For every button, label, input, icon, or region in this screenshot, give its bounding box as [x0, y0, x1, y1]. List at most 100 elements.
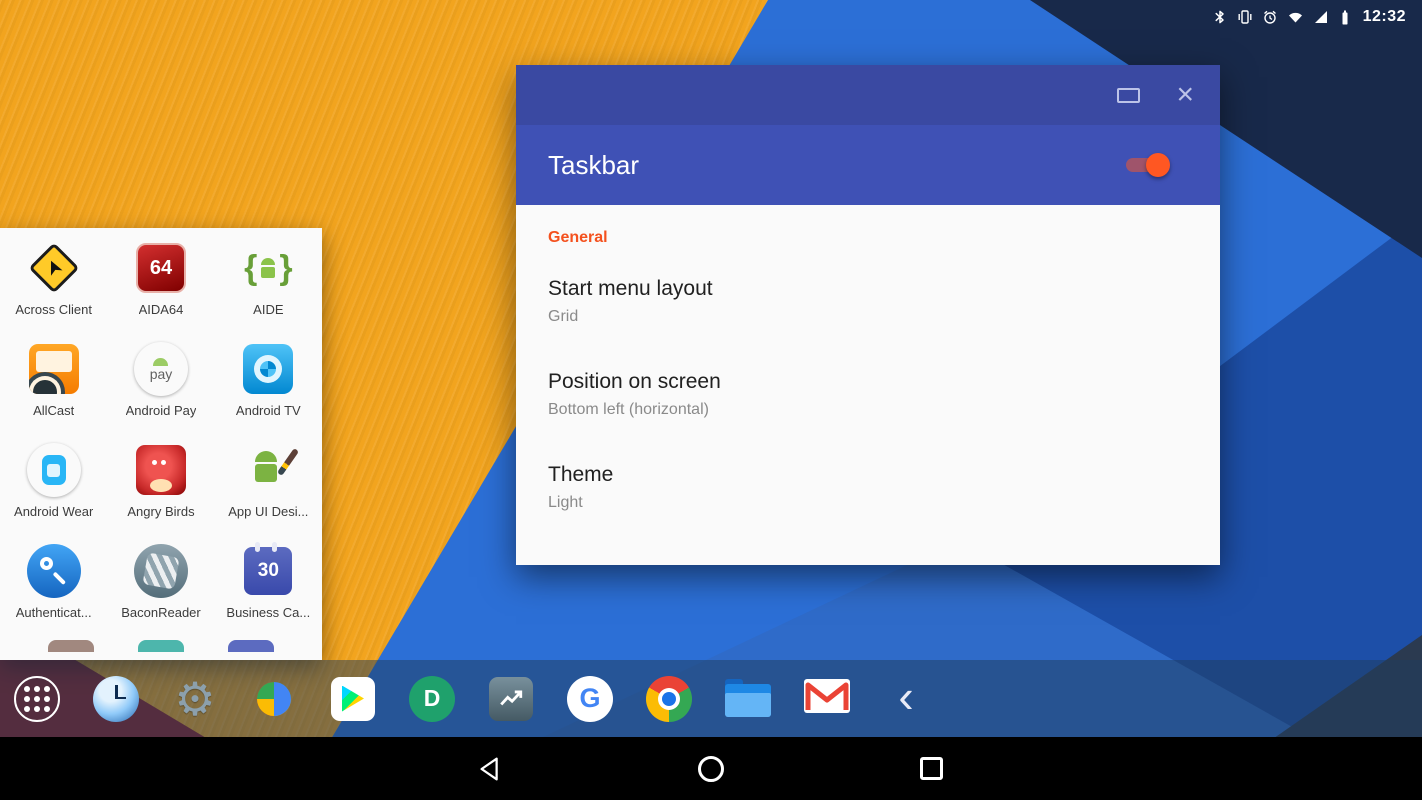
app-grid: ➤ Across Client 64 AIDA64 {} AIDE AllCas… [0, 228, 322, 640]
d-letter: D [424, 685, 441, 712]
pref-title: Theme [548, 463, 1188, 487]
home-button[interactable] [694, 752, 728, 786]
taskbar-collapse-button[interactable]: ‹ [882, 675, 930, 723]
apps-grid-icon [14, 676, 60, 722]
start-menu-panel: ➤ Across Client 64 AIDA64 {} AIDE AllCas… [0, 228, 322, 660]
back-button[interactable] [474, 752, 508, 786]
start-menu-button[interactable] [13, 675, 61, 723]
section-label-general: General [548, 229, 1188, 247]
android-tv-icon [240, 341, 296, 397]
maximize-window-icon[interactable] [1117, 88, 1140, 103]
photos-pinwheel-icon [252, 677, 296, 721]
alarm-icon [1262, 9, 1278, 25]
app-shortcut-business-calendar[interactable]: 30 Business Ca... [215, 539, 322, 640]
nav-bar [0, 737, 1422, 800]
android-pay-icon: pay [133, 341, 189, 397]
pref-theme[interactable]: Theme Light [548, 463, 1188, 512]
status-bar: 12:32 [1196, 0, 1422, 34]
aida64-icon: 64 [133, 240, 189, 296]
app-label: Across Client [15, 302, 92, 317]
app-label: AllCast [33, 403, 74, 418]
clock-icon [93, 676, 139, 722]
d-app-button[interactable]: D [408, 675, 456, 723]
play-store-icon [331, 677, 375, 721]
app-shortcut-android-wear[interactable]: Android Wear [0, 438, 107, 539]
pref-title: Position on screen [548, 370, 1188, 394]
chrome-app-button[interactable] [645, 675, 693, 723]
partial-app-icon [228, 640, 274, 652]
recents-button[interactable] [914, 752, 948, 786]
app-shortcut-allcast[interactable]: AllCast [0, 337, 107, 438]
app-shortcut-baconreader[interactable]: BaconReader [107, 539, 214, 640]
back-triangle-icon [476, 754, 506, 784]
pref-value: Bottom left (horizontal) [548, 401, 1188, 419]
chevron-left-icon: ‹ [898, 673, 913, 725]
wifi-icon [1287, 9, 1304, 25]
recents-square-icon [920, 757, 943, 780]
pref-start-menu-layout[interactable]: Start menu layout Grid [548, 277, 1188, 326]
partial-app-icon [48, 640, 94, 652]
across-client-icon: ➤ [26, 240, 82, 296]
bluetooth-icon [1212, 9, 1228, 25]
authenticator-icon [26, 543, 82, 599]
files-app-button[interactable] [724, 675, 772, 723]
app-shortcut-aida64[interactable]: 64 AIDA64 [107, 236, 214, 337]
trends-icon [489, 677, 533, 721]
settings-app-button[interactable]: ⚙ [171, 675, 219, 723]
angry-birds-icon [133, 442, 189, 498]
business-calendar-icon: 30 [240, 543, 296, 599]
window-title: Taskbar [548, 150, 639, 181]
window-header: Taskbar [516, 125, 1220, 205]
folder-icon [725, 679, 771, 719]
pref-position-on-screen[interactable]: Position on screen Bottom left (horizont… [548, 370, 1188, 419]
trends-app-button[interactable] [487, 675, 535, 723]
app-ui-designer-icon [240, 442, 296, 498]
google-g-icon: G [567, 676, 613, 722]
screen: 12:32 ➤ Across Client 64 AIDA64 {} AIDE [0, 0, 1422, 800]
app-label: Android TV [236, 403, 301, 418]
google-app-button[interactable]: G [566, 675, 614, 723]
gear-icon: ⚙ [174, 676, 215, 722]
d-app-icon: D [409, 676, 455, 722]
app-shortcut-android-pay[interactable]: pay Android Pay [107, 337, 214, 438]
taskbar-enable-toggle[interactable] [1126, 153, 1166, 177]
gmail-app-button[interactable] [803, 675, 851, 723]
app-label: Android Pay [126, 403, 197, 418]
battery-icon [1338, 9, 1352, 26]
aide-icon: {} [240, 240, 296, 296]
app-shortcut-app-ui-designer[interactable]: App UI Desi... [215, 438, 322, 539]
vibrate-icon [1237, 9, 1253, 25]
allcast-icon [26, 341, 82, 397]
chrome-icon [646, 676, 692, 722]
app-shortcut-authenticator[interactable]: Authenticat... [0, 539, 107, 640]
gmail-envelope-icon [804, 679, 850, 718]
android-wear-icon [26, 442, 82, 498]
app-label: Business Ca... [226, 605, 310, 620]
taskbar-settings-window: × Taskbar General Start menu layout Grid… [516, 65, 1220, 565]
taskbar: ⚙ D G [0, 660, 1422, 737]
pref-title: Start menu layout [548, 277, 1188, 301]
play-store-app-button[interactable] [329, 675, 377, 723]
app-shortcut-angry-birds[interactable]: Angry Birds [107, 438, 214, 539]
app-label: AIDE [253, 302, 283, 317]
calendar-badge: 30 [258, 560, 279, 582]
app-label: Authenticat... [16, 605, 92, 620]
pref-value: Grid [548, 308, 1188, 326]
signal-icon [1313, 9, 1329, 25]
app-label: AIDA64 [139, 302, 184, 317]
close-window-icon[interactable]: × [1176, 80, 1194, 110]
partial-app-row [0, 640, 322, 652]
partial-app-icon [138, 640, 184, 652]
clock-app-button[interactable] [92, 675, 140, 723]
app-shortcut-across-client[interactable]: ➤ Across Client [0, 236, 107, 337]
aida64-badge: 64 [150, 257, 172, 280]
pref-value: Light [548, 494, 1188, 512]
app-label: BaconReader [121, 605, 201, 620]
window-titlebar: × [516, 65, 1220, 125]
app-shortcut-android-tv[interactable]: Android TV [215, 337, 322, 438]
pay-badge: pay [150, 367, 173, 381]
photos-app-button[interactable] [250, 675, 298, 723]
app-shortcut-aide[interactable]: {} AIDE [215, 236, 322, 337]
g-letter: G [579, 683, 600, 714]
home-circle-icon [698, 756, 724, 782]
